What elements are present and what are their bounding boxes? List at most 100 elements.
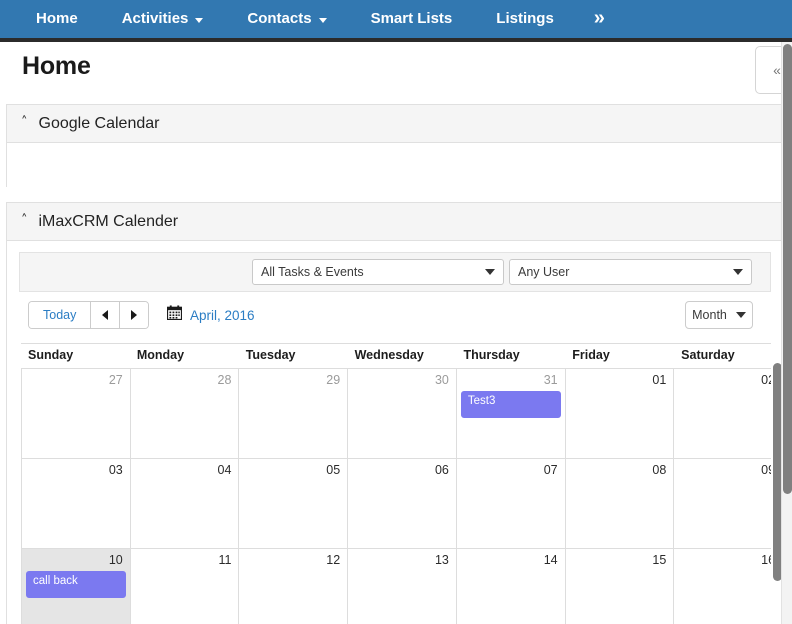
- calendar-event[interactable]: Test3: [460, 391, 561, 418]
- navbar-bottom-border: [0, 38, 792, 42]
- calendar-grid-container: Sunday Monday Tuesday Wednesday Thursday Frid…: [8, 343, 784, 624]
- calendar-day-number: 11: [218, 553, 232, 567]
- page-scrollbar-thumb[interactable]: [783, 44, 792, 494]
- chevron-up-icon: ˄: [21, 213, 28, 228]
- today-button[interactable]: Today: [29, 302, 92, 328]
- calendar-day-number: 08: [652, 463, 667, 477]
- calendar-day-cell[interactable]: 31 Test3: [456, 369, 566, 458]
- current-period-picker[interactable]: April, 2016: [166, 305, 255, 325]
- chevron-down-icon: [195, 17, 204, 23]
- calendar-day-cell[interactable]: 02: [674, 369, 784, 458]
- page-title: Home: [22, 52, 91, 80]
- chevron-double-left-icon: «: [773, 62, 781, 78]
- calendar-day-number: 13: [434, 553, 449, 567]
- calendar-day-number: 29: [326, 373, 341, 387]
- panel-imax-calendar-header[interactable]: ˄ iMaxCRM Calender: [7, 203, 783, 241]
- calendar-day-number: 07: [543, 463, 558, 477]
- weekday-header-monday: Monday: [136, 348, 185, 362]
- nav-item-label: Listings: [496, 10, 554, 27]
- calendar-day-cell[interactable]: 01: [565, 369, 675, 458]
- calendar-weeks-container: 27 28 29 30 31 Test3 01 02 03 04 05 06 07 08 09 10 call …: [21, 369, 784, 624]
- calendar-day-number: 31: [543, 373, 558, 387]
- calendar-day-number: 10: [108, 553, 123, 567]
- calendar-event[interactable]: call back: [26, 571, 126, 598]
- nav-item-contacts[interactable]: Contacts: [225, 0, 348, 38]
- user-filter-dropdown-value: Any User: [518, 265, 570, 279]
- calendar-day-cell[interactable]: 30: [348, 369, 457, 458]
- calendar-day-number: 01: [652, 373, 667, 387]
- calendar-day-cell[interactable]: 29: [239, 369, 349, 458]
- calendar-day-cell[interactable]: 11: [130, 549, 240, 624]
- weekday-header-thursday: Thursday: [463, 348, 520, 362]
- calendar-day-cell[interactable]: 05: [239, 459, 349, 548]
- calendar-day-cell[interactable]: 13: [348, 549, 457, 624]
- panel-imax-calendar: ˄ iMaxCRM Calender All Tasks & Events An…: [6, 202, 784, 624]
- triangle-left-icon: [102, 310, 109, 320]
- calendar-day-cell[interactable]: 16: [674, 549, 784, 624]
- panel-google-calendar-body: [7, 143, 783, 187]
- weekday-header-saturday: Saturday: [681, 348, 735, 362]
- chevron-down-icon: [733, 269, 743, 275]
- calendar-day-cell[interactable]: 08: [565, 459, 675, 548]
- calendar-day-cell[interactable]: 06: [348, 459, 457, 548]
- previous-period-button[interactable]: [91, 302, 121, 328]
- calendar-day-cell[interactable]: 15: [565, 549, 675, 624]
- page-vertical-scrollbar[interactable]: [781, 42, 792, 624]
- calendar-day-cell[interactable]: 04: [130, 459, 240, 548]
- chevron-up-icon: ˄: [21, 115, 28, 130]
- calendar-day-number: 30: [434, 373, 449, 387]
- calendar-filter-bar: All Tasks & Events Any User: [19, 252, 771, 292]
- user-filter-dropdown[interactable]: Any User: [509, 259, 752, 285]
- nav-item-home[interactable]: Home: [14, 0, 100, 38]
- calendar-week-row: 10 call back 11 12 13 14 15 16: [21, 549, 784, 624]
- nav-more-button[interactable]: »: [576, 0, 623, 38]
- panel-google-calendar: ˄ Google Calendar: [6, 104, 784, 187]
- task-type-dropdown[interactable]: All Tasks & Events: [252, 259, 504, 285]
- calendar-day-number: 04: [217, 463, 232, 477]
- chevron-down-icon: [485, 269, 495, 275]
- calendar-day-number: 28: [217, 373, 232, 387]
- nav-item-label: Smart Lists: [370, 10, 453, 27]
- calendar-day-cell[interactable]: 14: [456, 549, 566, 624]
- calendar-nav-button-group: Today: [28, 301, 150, 329]
- panel-google-calendar-title: Google Calendar: [38, 114, 160, 132]
- calendar-day-cell[interactable]: 12: [239, 549, 349, 624]
- calendar-icon: [166, 305, 183, 325]
- calendar-weekday-header-row: Sunday Monday Tuesday Wednesday Thursday Frid…: [21, 343, 783, 369]
- calendar-day-number: 06: [434, 463, 449, 477]
- calendar-day-number: 27: [108, 373, 123, 387]
- weekday-header-wednesday: Wednesday: [354, 348, 424, 362]
- calendar-day-cell[interactable]: 27: [21, 369, 131, 458]
- calendar-view-dropdown[interactable]: Month: [685, 301, 753, 329]
- calendar-view-dropdown-value: Month: [692, 308, 727, 322]
- calendar-day-cell[interactable]: 10 call back: [21, 549, 131, 624]
- calendar-week-row: 27 28 29 30 31 Test3 01 02: [21, 369, 784, 459]
- nav-item-label: Contacts: [247, 10, 312, 27]
- weekday-header-friday: Friday: [572, 348, 610, 362]
- nav-item-listings[interactable]: Listings: [474, 0, 576, 38]
- chevron-down-icon: [318, 17, 327, 23]
- calendar-day-cell[interactable]: 07: [456, 459, 566, 548]
- panel-imax-calendar-title: iMaxCRM Calender: [38, 212, 179, 230]
- app-root: Home Activities Contacts Smart Lists Listing…: [0, 0, 792, 624]
- calendar-day-cell[interactable]: 03: [21, 459, 131, 548]
- calendar-day-number: 03: [108, 463, 123, 477]
- panel-google-calendar-header[interactable]: ˄ Google Calendar: [7, 105, 783, 143]
- triangle-right-icon: [131, 310, 138, 320]
- calendar-day-number: 05: [326, 463, 341, 477]
- calendar-day-number: 15: [652, 553, 667, 567]
- nav-item-label: Home: [36, 10, 78, 27]
- nav-item-activities[interactable]: Activities: [100, 0, 226, 38]
- current-period-label: April, 2016: [190, 307, 255, 323]
- next-period-button[interactable]: [120, 302, 149, 328]
- nav-item-label: Activities: [121, 10, 189, 27]
- calendar-toolbar: Today April, 2016 Month: [19, 301, 771, 335]
- task-type-dropdown-value: All Tasks & Events: [261, 265, 364, 279]
- nav-items-container: Home Activities Contacts Smart Lists Listing…: [0, 0, 792, 38]
- weekday-header-tuesday: Tuesday: [245, 348, 296, 362]
- nav-item-smart-lists[interactable]: Smart Lists: [349, 0, 475, 38]
- calendar-day-cell[interactable]: 09: [674, 459, 784, 548]
- calendar-day-number: 12: [326, 553, 341, 567]
- top-navigation-bar: Home Activities Contacts Smart Lists Listing…: [0, 0, 792, 38]
- calendar-day-cell[interactable]: 28: [130, 369, 240, 458]
